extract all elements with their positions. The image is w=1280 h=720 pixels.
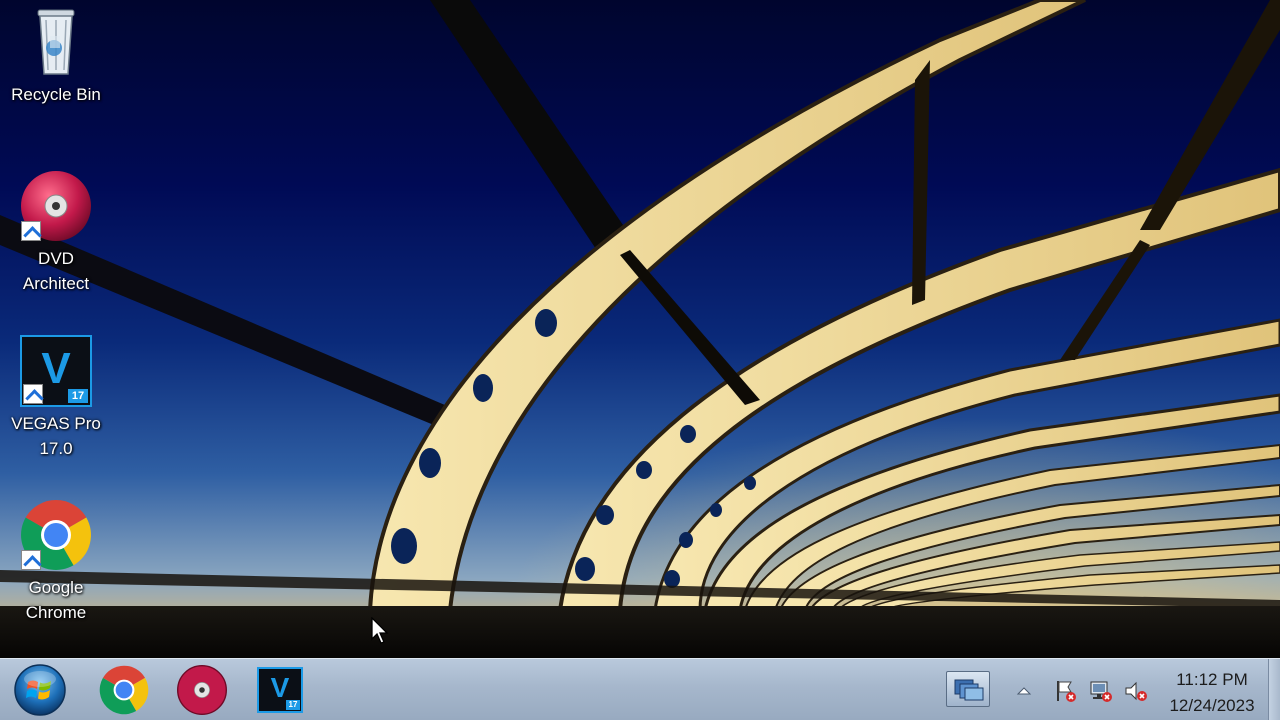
vegas-pro-icon: V 17 [257,667,303,713]
chrome-icon [20,499,92,571]
system-clock[interactable]: 11:12 PM 12/24/2023 [1160,667,1264,719]
dvd-architect-icon [177,665,227,715]
action-center-flag-icon[interactable] [1054,679,1078,703]
taskbar-vegas-pro-button[interactable]: V 17 [252,663,308,717]
taskbar-chrome-button[interactable] [96,663,152,717]
tray-window-switch-button[interactable] [946,671,990,707]
clock-date: 12/24/2023 [1169,696,1255,715]
vegas-pro-shortcut[interactable]: V 17 VEGAS Pro 17.0 [6,335,106,461]
google-chrome-label: Google Chrome [25,578,87,622]
recycle-bin-shortcut[interactable]: Recycle Bin [6,6,106,107]
dvd-architect-icon [20,170,92,242]
wallpaper [0,0,1280,612]
dvd-architect-label: DVD Architect [22,249,90,293]
vegas-pro-label: VEGAS Pro 17.0 [11,414,101,458]
shortcut-arrow-icon [21,550,41,570]
taskbar-dvd-architect-button[interactable] [174,663,230,717]
recycle-bin-icon [20,6,92,78]
taskbar: V 17 11:12 PM 12/24/2023 [0,658,1280,720]
chevron-up-icon[interactable] [1012,679,1036,703]
show-desktop-button[interactable] [1268,659,1280,720]
windows-switch-icon [954,679,984,701]
start-button[interactable] [12,662,68,718]
windows-logo-icon [14,664,66,716]
desktop[interactable]: Recycle Bin DVD Architect V 17 VEGAS Pro… [0,0,1280,658]
mouse-cursor-icon [371,617,389,644]
volume-muted-icon[interactable] [1124,679,1148,703]
network-icon[interactable] [1089,679,1113,703]
bridge-floor [0,606,1280,658]
vegas-version-badge: 17 [286,700,300,710]
clock-time: 11:12 PM [1176,670,1248,689]
vegas-version-badge: 17 [68,389,88,403]
chrome-icon [99,665,149,715]
google-chrome-shortcut[interactable]: Google Chrome [6,499,106,625]
vegas-pro-icon: V 17 [20,335,92,407]
shortcut-arrow-icon [23,384,43,404]
recycle-bin-label: Recycle Bin [11,85,101,104]
shortcut-arrow-icon [21,221,41,241]
dvd-architect-shortcut[interactable]: DVD Architect [6,170,106,296]
